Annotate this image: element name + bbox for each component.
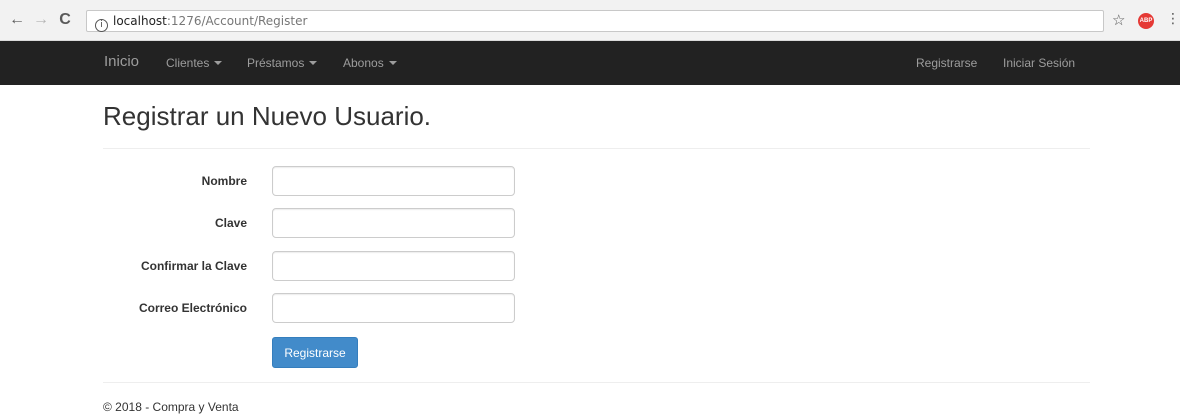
address-bar[interactable]: i localhost:1276/Account/Register (86, 10, 1104, 32)
nav-item-clientes[interactable]: Clientes (166, 56, 223, 70)
reload-icon[interactable]: C (56, 10, 74, 30)
confirmar-clave-label: Confirmar la Clave (140, 259, 247, 273)
navbar-brand[interactable]: Inicio (104, 53, 139, 70)
caret-down-icon (214, 61, 223, 65)
nav-item-prestamos[interactable]: Préstamos (247, 56, 318, 70)
browser-toolbar: ← → C i localhost:1276/Account/Register ☆… (0, 0, 1180, 41)
footer-text: © 2018 - Compra y Venta (103, 400, 239, 414)
back-icon[interactable]: ← (8, 10, 26, 30)
clave-label: Clave (214, 216, 247, 230)
nav-item-label: Clientes (166, 56, 210, 70)
nav-item-label: Préstamos (247, 56, 305, 70)
nav-item-abonos[interactable]: Abonos (343, 56, 397, 70)
browser-menu-icon[interactable]: ⋮ (1166, 10, 1180, 27)
nav-item-iniciar-sesion[interactable]: Iniciar Sesión (1003, 56, 1075, 70)
caret-down-icon (309, 61, 318, 65)
register-button[interactable]: Registrarse (272, 337, 358, 368)
confirmar-clave-input[interactable] (272, 251, 515, 281)
page-title: Registrar un Nuevo Usuario. (103, 101, 432, 131)
nav-item-label: Abonos (343, 56, 384, 70)
forward-icon[interactable]: → (32, 10, 50, 30)
divider (103, 148, 1090, 149)
url-path: :1276/Account/Register (166, 14, 308, 28)
correo-input[interactable] (272, 293, 515, 323)
bookmark-star-icon[interactable]: ☆ (1112, 11, 1125, 29)
adblock-icon[interactable]: ABP (1138, 13, 1154, 29)
divider (103, 382, 1090, 383)
clave-input[interactable] (272, 208, 515, 238)
correo-label: Correo Electrónico (138, 301, 247, 315)
nombre-label: Nombre (201, 174, 247, 188)
caret-down-icon (388, 61, 397, 65)
navbar: Inicio Clientes Préstamos Abonos Registr… (0, 41, 1180, 85)
url-host: localhost (113, 14, 167, 28)
nombre-input[interactable] (272, 166, 515, 196)
nav-item-registrarse[interactable]: Registrarse (916, 56, 977, 70)
info-icon[interactable]: i (95, 19, 108, 32)
